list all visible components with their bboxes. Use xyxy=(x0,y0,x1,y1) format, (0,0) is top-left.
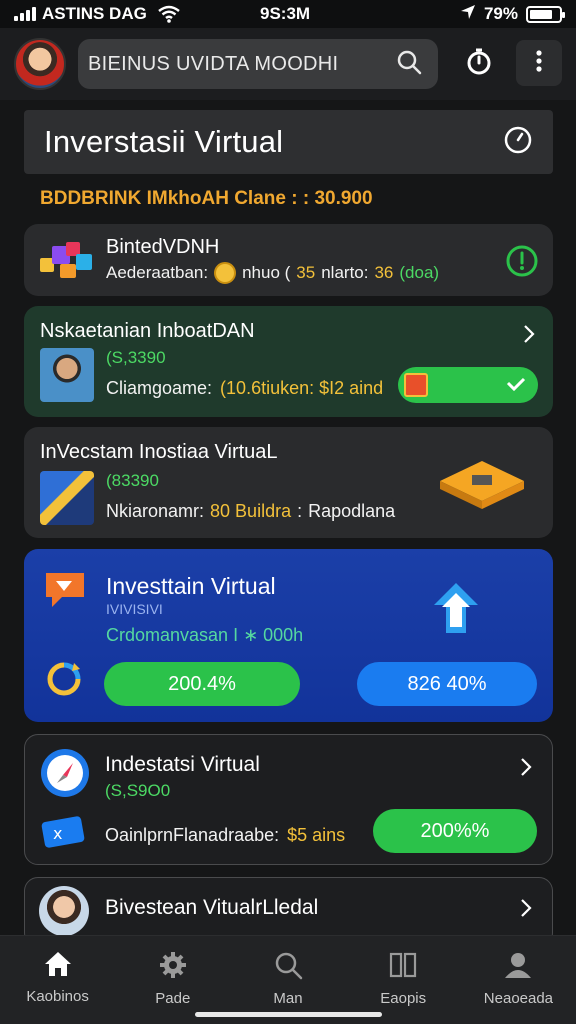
card-4-return-button[interactable]: 200.4% xyxy=(104,662,300,706)
gear-icon xyxy=(158,950,188,984)
location-arrow-icon xyxy=(460,4,476,25)
card-2-detail: Cliamgoame: (10.6tiuken: $I2 aind xyxy=(106,378,383,399)
card-3-detail-label: Nkiaronamr: xyxy=(106,501,205,521)
card-2-photo xyxy=(40,348,94,402)
svg-text:x: x xyxy=(53,824,62,843)
compass-icon xyxy=(39,747,91,804)
page-header: Inverstasii Virtual xyxy=(24,110,553,174)
wifi-icon xyxy=(158,5,180,28)
more-menu-button[interactable] xyxy=(516,40,562,86)
search-icon xyxy=(273,950,303,984)
nav-home[interactable]: Kaobinos xyxy=(0,936,115,1024)
gift-icon xyxy=(404,373,428,397)
card-1-value-2: 36 xyxy=(374,263,394,282)
battery-percent: 79% xyxy=(483,4,518,23)
card-4-sub-1: IVIVISIVI xyxy=(106,601,163,617)
card-1-detail-mid: nhuo ( xyxy=(242,263,291,282)
check-icon xyxy=(506,374,526,397)
search-icon[interactable] xyxy=(396,49,422,80)
card-5-name: Indestatsi Virtual xyxy=(105,753,260,776)
nav-search-label: Man xyxy=(273,990,303,1007)
more-vertical-icon xyxy=(535,49,543,78)
featured-investment-card[interactable]: Investtain Virtual IVIVISIVI Crdomanvasa… xyxy=(24,549,553,722)
card-3-name: InVecstam Inostiaa VirtuaL xyxy=(40,441,278,463)
investment-card-2[interactable]: Nskaetanian InboatDAN (S,3390 Cliamgoame… xyxy=(24,306,553,417)
chat-bubble-icon xyxy=(42,569,88,614)
clock: 9S:3M xyxy=(260,4,311,23)
nav-profile[interactable]: Neaoeada xyxy=(461,936,576,1024)
home-icon xyxy=(43,950,73,982)
top-bar: BIEINUS UVIDTA MOODHI xyxy=(0,28,576,100)
nav-reports[interactable]: Eaopis xyxy=(346,936,461,1024)
card-5-return-button[interactable]: 200%% xyxy=(373,809,537,853)
card-3-detail-sep: : xyxy=(297,501,303,521)
refresh-icon[interactable] xyxy=(44,659,84,704)
card-2-detail-label: Cliamgoame: xyxy=(106,378,213,398)
nav-search[interactable]: Man xyxy=(230,936,345,1024)
carrier-label: ASTINS DAG xyxy=(42,4,147,23)
home-indicator[interactable] xyxy=(195,1012,382,1017)
card-2-name: Nskaetanian InboatDAN xyxy=(40,320,255,342)
coin-icon xyxy=(214,262,237,284)
power-icon[interactable] xyxy=(503,125,533,160)
up-arrow-icon xyxy=(432,581,480,640)
search-input[interactable]: BIEINUS UVIDTA MOODHI xyxy=(88,53,396,76)
card-1-value-1: 35 xyxy=(296,263,316,282)
card-3-sub: (83390 xyxy=(106,471,159,490)
card-4-name: Investtain Virtual xyxy=(106,573,276,599)
card-5-sub: (S,S9O0 xyxy=(105,781,171,800)
bottom-nav: Kaobinos Pade Man Eaopis Neaoeada xyxy=(0,935,576,1024)
signal-icon xyxy=(14,7,36,21)
timer-button[interactable] xyxy=(456,40,502,86)
card-4-growth-button[interactable]: 826 40% xyxy=(357,662,537,706)
page-title: Inverstasii Virtual xyxy=(44,124,284,159)
alert-icon[interactable] xyxy=(505,244,539,283)
nav-home-label: Kaobinos xyxy=(26,988,89,1005)
investment-card-5[interactable]: Indestatsi Virtual (S,S9O0 x OainlprnFla… xyxy=(24,734,553,865)
panels-icon xyxy=(388,950,418,984)
cube-icon xyxy=(436,457,528,518)
card-1-detail-label: Aederaatban: xyxy=(106,263,209,282)
card-4-sub-2: Crdomanvasan I ∗ 000h xyxy=(106,625,304,645)
nav-trade[interactable]: Pade xyxy=(115,936,230,1024)
card-5-detail: OainlprnFlanadraabe: $5 ains xyxy=(105,825,345,846)
stopwatch-icon xyxy=(465,47,493,80)
avatar[interactable] xyxy=(14,38,66,90)
search-bar[interactable]: BIEINUS UVIDTA MOODHI xyxy=(78,39,438,89)
card-5-detail-value: $5 ains xyxy=(287,825,346,845)
card-6-name: Bivestean VitualrLledal xyxy=(105,896,319,919)
blocks-icon xyxy=(38,238,94,287)
swap-icon: x xyxy=(41,813,89,854)
investment-card-1[interactable]: BintedVDNH Aederaatban: nhuo ( 35 nlarto… xyxy=(24,224,553,296)
card-3-detail: Nkiaronamr: 80 Buildra : Rapodlana xyxy=(106,501,395,522)
card-1-detail-label-2: nlarto: xyxy=(321,263,369,282)
nav-profile-label: Neaoeada xyxy=(483,990,554,1007)
nav-trade-label: Pade xyxy=(155,990,191,1007)
balance-summary: BDDBRINK IMkhoAH Clane : : 30.900 xyxy=(40,188,373,209)
card-5-detail-label: OainlprnFlanadraabe: xyxy=(105,825,280,845)
card-3-thumbnail xyxy=(40,471,94,525)
card-3-detail-value: 80 Buildra xyxy=(210,501,292,521)
investment-card-3[interactable]: InVecstam Inostiaa VirtuaL (83390 Nkiaro… xyxy=(24,427,553,538)
card-1-name: BintedVDNH xyxy=(106,236,220,258)
card-2-sub: (S,3390 xyxy=(106,348,166,367)
chevron-right-icon[interactable] xyxy=(520,898,532,923)
card-1-detail-suffix: (doa) xyxy=(399,263,440,282)
nav-reports-label: Eaopis xyxy=(380,990,427,1007)
status-bar: ASTINS DAG 9S:3M 79% xyxy=(0,0,576,28)
card-1-detail: Aederaatban: nhuo ( 35 nlarto: 36 (doa) xyxy=(106,262,439,284)
card-2-detail-value: (10.6tiuken: $I2 aind xyxy=(220,378,384,398)
user-icon xyxy=(503,950,533,984)
chevron-right-icon[interactable] xyxy=(523,324,535,349)
chevron-right-icon[interactable] xyxy=(520,757,532,782)
card-3-detail-suffix: Rapodlana xyxy=(308,501,396,521)
card-2-confirm-button[interactable] xyxy=(398,367,538,403)
battery-icon xyxy=(526,5,565,23)
card-6-avatar xyxy=(39,886,89,936)
